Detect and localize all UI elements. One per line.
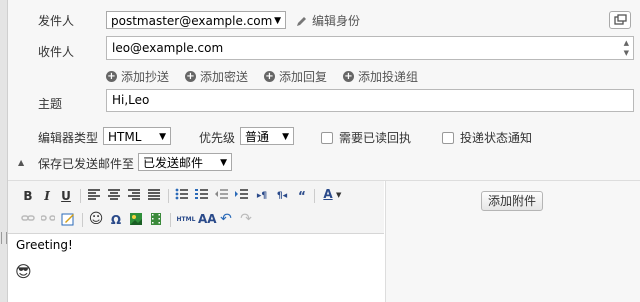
pencil-icon	[297, 16, 306, 26]
redo-icon[interactable]: ↷	[238, 211, 254, 227]
subject-label: 主题	[38, 97, 63, 111]
special-char-icon[interactable]: Ω	[108, 212, 124, 228]
add-bcc-label: 添加密送	[200, 70, 249, 84]
numbered-list-icon[interactable]	[194, 188, 210, 204]
editor-type-select[interactable]: HTML ▼	[103, 127, 171, 145]
checkbox-box[interactable]	[321, 131, 333, 144]
add-delivery-group-link[interactable]: + 添加投递组	[343, 68, 418, 85]
rtl-icon[interactable]: ¶◂	[274, 188, 290, 204]
align-center-icon[interactable]	[106, 188, 122, 204]
plus-icon: +	[185, 71, 196, 82]
link-icon[interactable]	[20, 212, 36, 228]
find-replace-icon[interactable]: AA	[198, 211, 217, 227]
window-restore-icon	[614, 14, 627, 25]
blockquote-icon[interactable]: “	[294, 188, 310, 204]
add-reply-link[interactable]: + 添加回复	[264, 68, 327, 85]
underline-button[interactable]: U	[58, 188, 74, 204]
media-icon[interactable]	[148, 212, 164, 228]
delivery-status-checkbox[interactable]: 投递状态通知	[442, 129, 532, 146]
chevron-down-icon[interactable]: ▼	[336, 191, 341, 199]
priority-label: 优先级	[199, 131, 236, 145]
align-justify-icon[interactable]	[146, 188, 162, 204]
chevron-down-icon: ▼	[159, 132, 166, 142]
checkbox-box[interactable]	[442, 131, 454, 144]
editor-type-value: HTML	[108, 130, 142, 144]
from-select[interactable]: postmaster@example.com ▼	[106, 11, 286, 29]
add-cc-label: 添加抄送	[121, 70, 170, 84]
editor-toolbar: B I U ▸¶ ¶◂ “ A ▼ ☺ Ω HTML AA ↶ ↷	[8, 181, 384, 234]
left-collapse-strip[interactable]	[0, 0, 8, 302]
add-reply-label: 添加回复	[279, 70, 328, 84]
toolbar-divider	[80, 189, 81, 203]
chevron-down-icon: ▼	[282, 132, 289, 142]
smiley-icon[interactable]: ☺	[88, 211, 104, 227]
toolbar-divider	[314, 189, 315, 203]
subject-field[interactable]: Hi,Leo	[106, 89, 634, 112]
toolbar-divider	[82, 213, 83, 227]
ltr-icon[interactable]: ▸¶	[254, 188, 270, 204]
collapse-up-icon[interactable]: ▲	[18, 158, 24, 167]
bold-button[interactable]: B	[20, 188, 36, 204]
subject-value: Hi,Leo	[112, 93, 150, 107]
from-label: 发件人	[38, 14, 75, 28]
indent-icon[interactable]	[234, 188, 250, 204]
italic-button[interactable]: I	[39, 188, 55, 204]
plus-icon: +	[264, 71, 275, 82]
drag-grip-icon[interactable]	[1, 232, 7, 244]
attachment-panel: 添加附件	[385, 181, 640, 302]
add-attachment-button[interactable]: 添加附件	[481, 191, 544, 211]
plus-icon: +	[106, 71, 117, 82]
plus-icon: +	[343, 71, 354, 82]
window-restore-button[interactable]	[609, 11, 631, 29]
image-icon[interactable]	[128, 212, 144, 228]
toolbar-divider	[170, 213, 171, 227]
body-text: Greeting!	[16, 238, 73, 252]
editor-body[interactable]: Greeting! 😎	[8, 234, 384, 302]
save-sent-label: 保存已发送邮件至	[38, 157, 135, 171]
compose-header: 发件人 postmaster@example.com ▼ 编辑身份 收件人 leo…	[8, 0, 640, 181]
outdent-icon[interactable]	[214, 188, 230, 204]
priority-select[interactable]: 普通 ▼	[240, 127, 294, 145]
edit-identity-label: 编辑身份	[312, 14, 361, 28]
to-value: leo@example.com	[112, 41, 224, 55]
add-delivery-group-label: 添加投递组	[358, 70, 419, 84]
align-right-icon[interactable]	[126, 188, 142, 204]
chevron-down-icon: ▼	[274, 16, 281, 26]
editor-type-label: 编辑器类型	[38, 131, 99, 145]
unlink-icon[interactable]	[40, 212, 56, 228]
delivery-status-label: 投递状态通知	[460, 131, 533, 145]
from-value: postmaster@example.com	[111, 14, 273, 28]
html-source-icon[interactable]: HTML	[176, 212, 196, 228]
save-sent-value: 已发送邮件	[143, 156, 204, 170]
sunglasses-emoji-icon: 😎	[15, 262, 32, 281]
scroll-arrows-icon[interactable]: ▲ ▼	[624, 38, 629, 58]
read-receipt-label: 需要已读回执	[339, 131, 412, 145]
read-receipt-checkbox[interactable]: 需要已读回执	[321, 129, 411, 146]
add-bcc-link[interactable]: + 添加密送	[185, 68, 248, 85]
add-cc-link[interactable]: + 添加抄送	[106, 68, 169, 85]
undo-icon[interactable]: ↶	[218, 211, 234, 227]
edit-identity-link[interactable]: 编辑身份	[296, 12, 360, 29]
toolbar-divider	[168, 189, 169, 203]
bullet-list-icon[interactable]	[174, 188, 190, 204]
edit-html-icon[interactable]	[60, 212, 76, 228]
priority-value: 普通	[245, 130, 270, 144]
to-field[interactable]: leo@example.com ▲ ▼	[106, 36, 634, 60]
save-sent-select[interactable]: 已发送邮件 ▼	[138, 153, 232, 171]
align-left-icon[interactable]	[86, 188, 102, 204]
chevron-down-icon: ▼	[220, 158, 227, 168]
to-label: 收件人	[38, 45, 75, 59]
font-color-button[interactable]: A	[320, 186, 336, 202]
